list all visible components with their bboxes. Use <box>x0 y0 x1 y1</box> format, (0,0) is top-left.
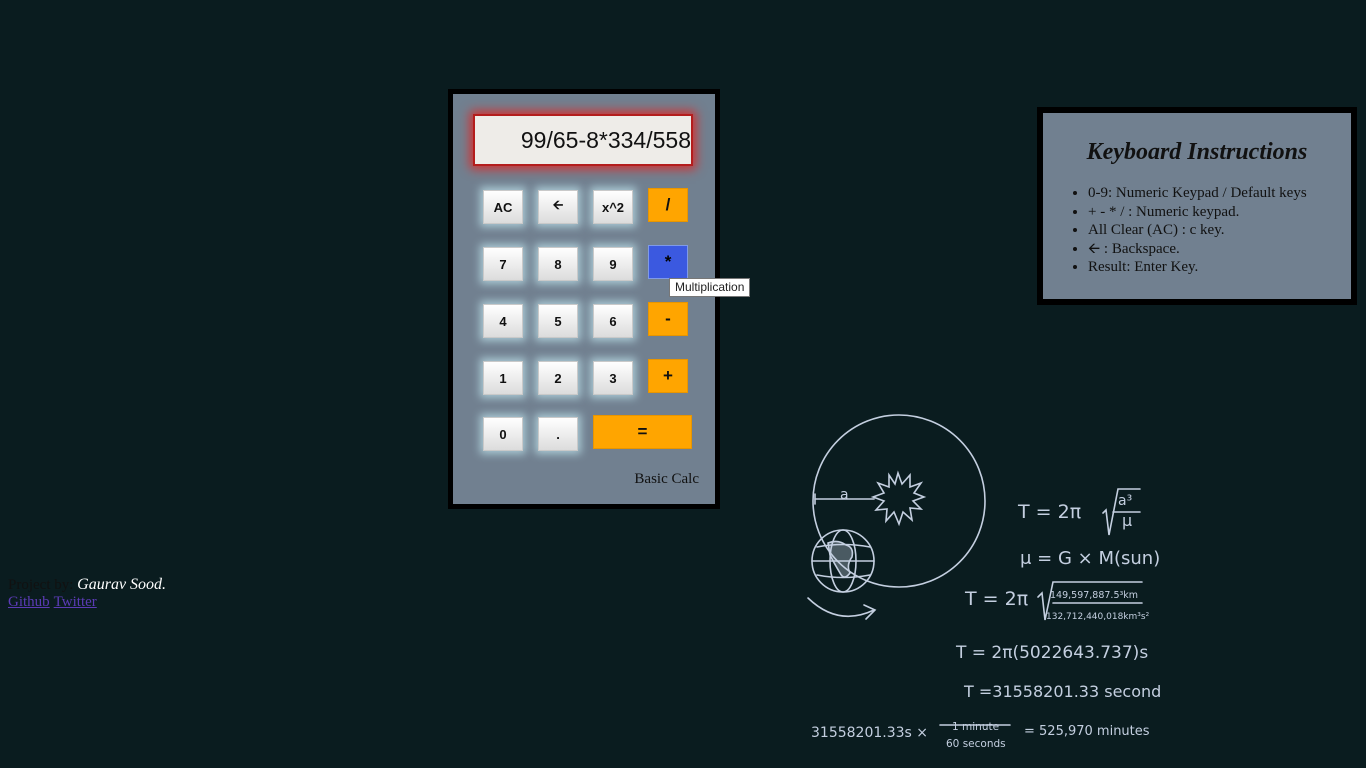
six-button[interactable]: 6 <box>593 304 633 338</box>
calculator: 99/65-8*334/558 AC 🡨 x^2 / 7 8 9 * 4 5 6… <box>448 89 720 509</box>
github-link[interactable]: Github <box>8 594 50 610</box>
earth-icon <box>811 529 875 593</box>
chalk-eq1-numerator: a³ <box>1118 493 1132 509</box>
minus-button[interactable]: - <box>648 302 688 336</box>
chalk-eq3-denominator: 132,712,440,018km³s² <box>1046 612 1150 622</box>
two-button[interactable]: 2 <box>538 361 578 395</box>
plus-button[interactable]: + <box>648 359 688 393</box>
chalk-eq6-numerator: 1 minute <box>952 721 999 733</box>
instructions-title: Keyboard Instructions <box>1086 139 1308 165</box>
instruction-item: Result: Enter Key. <box>1088 258 1351 277</box>
chalk-eq6-denominator: 60 seconds <box>946 738 1006 750</box>
divide-button[interactable]: / <box>648 188 688 222</box>
page: 99/65-8*334/558 AC 🡨 x^2 / 7 8 9 * 4 5 6… <box>0 0 1366 768</box>
twitter-link[interactable]: Twitter <box>54 594 97 610</box>
instruction-item: All Clear (AC) : c key. <box>1088 221 1351 240</box>
keyboard-instructions-panel: Keyboard Instructions 0-9: Numeric Keypa… <box>1037 107 1357 305</box>
seven-button[interactable]: 7 <box>483 247 523 281</box>
sun-icon <box>870 470 927 527</box>
multiplication-tooltip: Multiplication <box>669 278 751 297</box>
chalk-label-a: a <box>840 487 849 503</box>
chalk-equation-3: T = 2π <box>964 588 1028 610</box>
instruction-item: 0-9: Numeric Keypad / Default keys <box>1088 184 1351 203</box>
credits-label: Project by: <box>8 577 74 593</box>
four-button[interactable]: 4 <box>483 304 523 338</box>
credits: Project by: Gaurav Sood. Github Twitter <box>8 576 166 611</box>
author-name: Gaurav Sood. <box>77 576 167 593</box>
zero-button[interactable]: 0 <box>483 417 523 451</box>
rotation-arrow <box>807 597 875 618</box>
nine-button[interactable]: 9 <box>593 247 633 281</box>
calculator-display[interactable]: 99/65-8*334/558 <box>473 114 693 166</box>
chalk-equation-6-right: = 525,970 minutes <box>1024 724 1150 739</box>
chalk-equation-1: T = 2π <box>1017 501 1081 523</box>
one-button[interactable]: 1 <box>483 361 523 395</box>
backspace-button[interactable]: 🡨 <box>538 190 578 224</box>
square-button[interactable]: x^2 <box>593 190 633 224</box>
chalk-equation-5: T =31558201.33 seconds <box>963 682 1160 701</box>
chalk-equation-2: μ = G × M(sun) <box>1020 548 1160 569</box>
multiply-button[interactable]: * <box>648 245 688 279</box>
chalk-eq1-denominator: μ <box>1122 511 1132 530</box>
eight-button[interactable]: 8 <box>538 247 578 281</box>
instructions-list: 0-9: Numeric Keypad / Default keys + - *… <box>1043 184 1351 277</box>
three-button[interactable]: 3 <box>593 361 633 395</box>
equals-button[interactable]: = <box>593 415 692 449</box>
chalkboard-orbit-illustration: a T = 2π a³ μ μ = G × M(sun) T = 2π 149,… <box>807 414 1160 750</box>
ac-button[interactable]: AC <box>483 190 523 224</box>
chalk-eq3-numerator: 149,597,887.5³km <box>1050 590 1138 601</box>
instruction-item: + - * / : Numeric keypad. <box>1088 203 1351 222</box>
five-button[interactable]: 5 <box>538 304 578 338</box>
calculator-caption: Basic Calc <box>634 471 699 487</box>
instruction-item: 🡨 : Backspace. <box>1088 240 1351 259</box>
chalk-equation-4: T = 2π(5022643.737)s <box>955 643 1148 663</box>
back-arrow-icon: 🡨 <box>552 197 564 212</box>
chalk-equation-6-left: 31558201.33s × <box>811 725 928 741</box>
decimal-button[interactable]: . <box>538 417 578 451</box>
